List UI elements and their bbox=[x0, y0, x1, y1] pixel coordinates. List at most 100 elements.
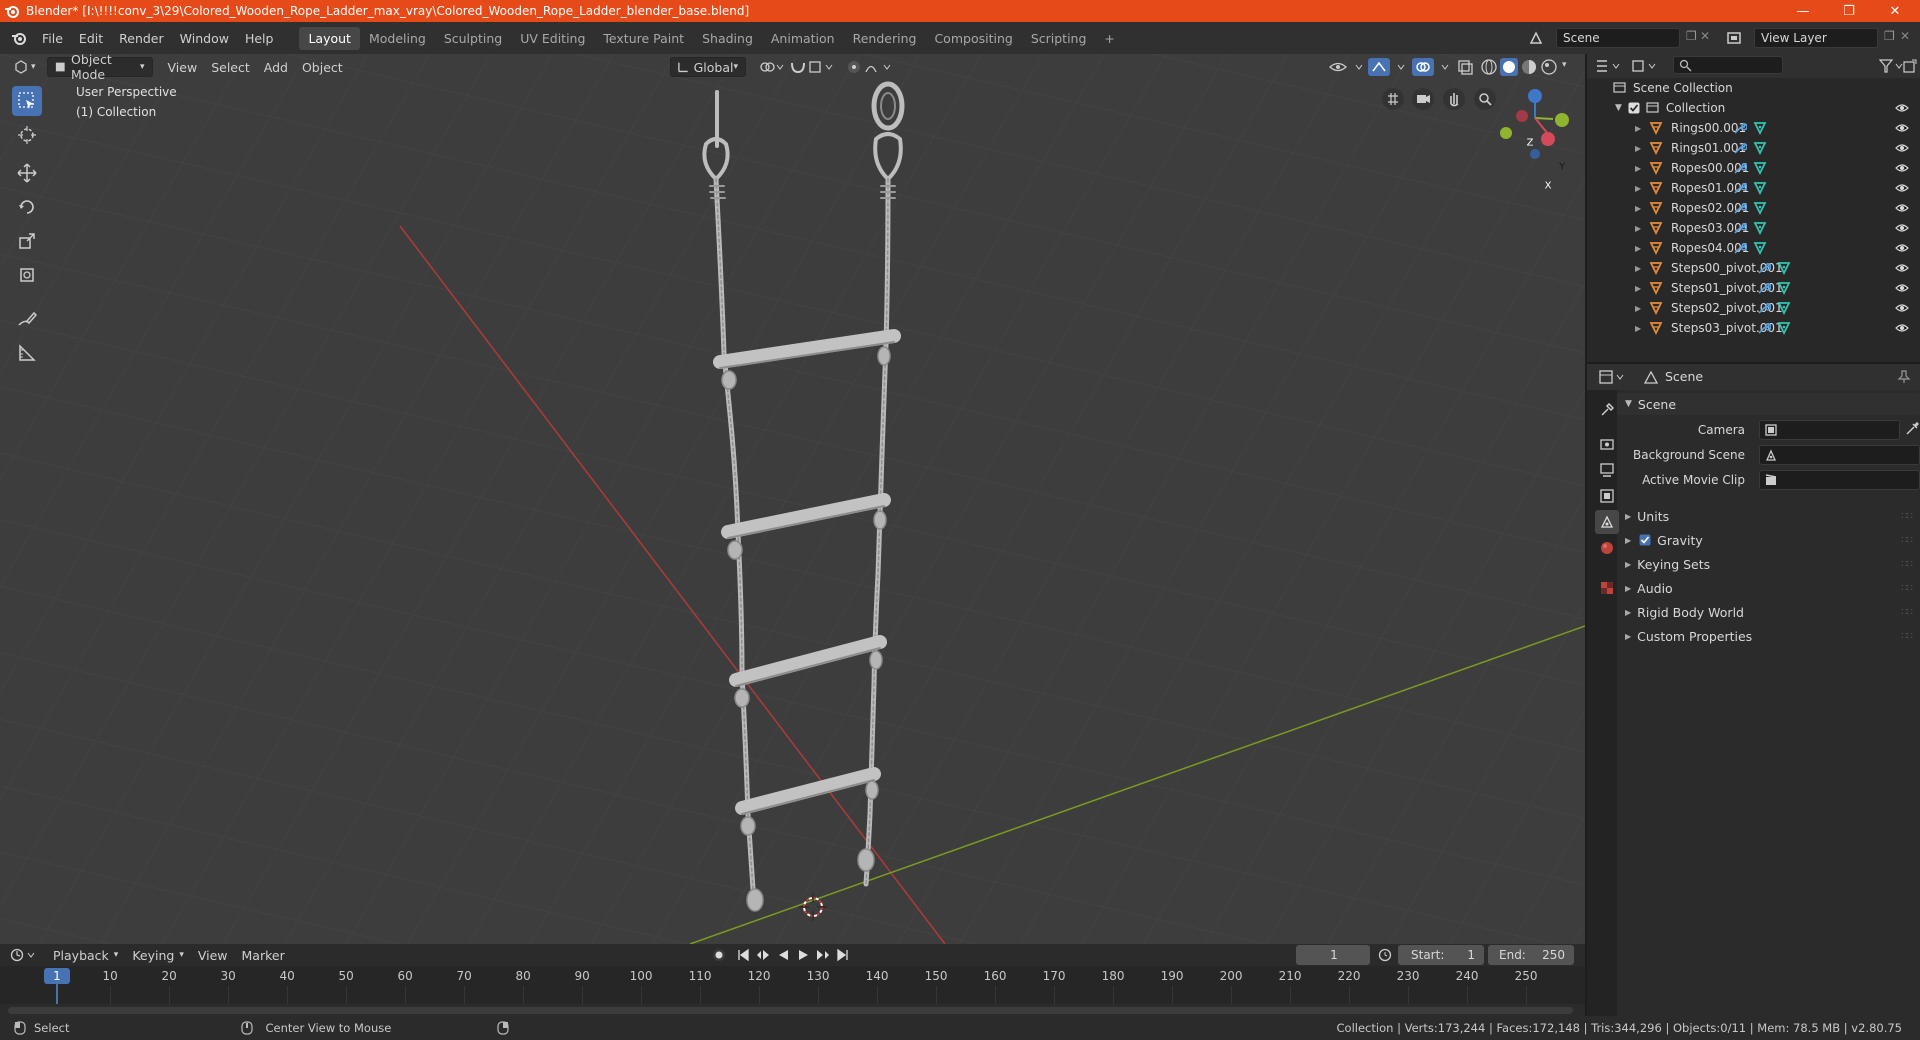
proportional-editing-icon[interactable] bbox=[846, 59, 896, 75]
expand-arrow-icon[interactable]: ▶ bbox=[1635, 144, 1641, 153]
gizmo-z-label[interactable]: Z bbox=[1527, 138, 1534, 149]
menu-render[interactable]: Render bbox=[111, 31, 172, 46]
viewport-menu-object[interactable]: Object bbox=[295, 57, 350, 77]
scene-selector[interactable]: Scene bbox=[1556, 28, 1680, 48]
menu-edit[interactable]: Edit bbox=[71, 31, 111, 46]
visibility-eye-icon[interactable] bbox=[1895, 142, 1909, 154]
scale-tool[interactable] bbox=[12, 226, 42, 256]
tab-animation[interactable]: Animation bbox=[762, 27, 844, 50]
texture-tab[interactable] bbox=[1595, 576, 1619, 600]
modifier-wrench-icon[interactable] bbox=[1733, 121, 1747, 135]
pin-icon[interactable] bbox=[1897, 370, 1911, 384]
visibility-eye-icon[interactable] bbox=[1895, 162, 1909, 174]
tab-modeling[interactable]: Modeling bbox=[360, 27, 435, 50]
viewport-menu-view[interactable]: View bbox=[161, 57, 205, 77]
outliner-editor-type-icon[interactable] bbox=[1595, 59, 1623, 73]
mesh-data-icon[interactable] bbox=[1777, 301, 1791, 315]
render-tab[interactable] bbox=[1595, 432, 1619, 456]
display-mode-icon[interactable] bbox=[1631, 59, 1659, 73]
outliner-item[interactable]: ▶ Ropes04.001 bbox=[1587, 238, 1920, 258]
property-section-header[interactable]: ▶ Rigid Body World ∷∷ bbox=[1617, 601, 1920, 623]
tab-layout[interactable]: Layout bbox=[299, 26, 360, 50]
outliner-item[interactable]: ▶ Steps00_pivot.001 bbox=[1587, 258, 1920, 278]
visibility-eye-icon[interactable] bbox=[1895, 322, 1909, 334]
property-section-header[interactable]: ▶ Audio ∷∷ bbox=[1617, 577, 1920, 599]
timeline-menu-keying[interactable]: Keying ▾ bbox=[125, 945, 191, 965]
material-shading-icon[interactable] bbox=[1520, 58, 1538, 76]
clock-icon[interactable] bbox=[1378, 948, 1392, 962]
new-collection-icon[interactable] bbox=[1903, 59, 1917, 73]
expand-arrow-icon[interactable]: ▶ bbox=[1635, 284, 1641, 293]
expand-arrow-icon[interactable]: ▶ bbox=[1635, 204, 1641, 213]
start-frame-field[interactable]: Start: 1 bbox=[1398, 945, 1484, 965]
camera-field[interactable] bbox=[1759, 420, 1900, 440]
modifier-wrench-icon[interactable] bbox=[1733, 161, 1747, 175]
record-keyframe-icon[interactable] bbox=[712, 948, 726, 962]
overlays-toggle-icon[interactable] bbox=[1412, 58, 1454, 76]
gizmo-y-label[interactable]: Y bbox=[1559, 162, 1565, 173]
scene-remove-icon[interactable]: ✕ bbox=[1700, 29, 1710, 43]
close-button[interactable]: ✕ bbox=[1872, 0, 1918, 22]
outliner-item[interactable]: ▶ Ropes03.001 bbox=[1587, 218, 1920, 238]
scene-new-icon[interactable]: ❐ bbox=[1686, 29, 1697, 43]
outliner-item[interactable]: ▶ Rings01.001 bbox=[1587, 138, 1920, 158]
tab-compositing[interactable]: Compositing bbox=[925, 27, 1021, 50]
view-layer-remove-icon[interactable]: ✕ bbox=[1900, 29, 1910, 43]
drag-handle-icon[interactable]: ∷∷ bbox=[1901, 583, 1913, 594]
tab-shading[interactable]: Shading bbox=[693, 27, 762, 50]
minimize-button[interactable]: — bbox=[1780, 0, 1826, 22]
background-scene-field[interactable] bbox=[1759, 445, 1920, 465]
rotate-tool[interactable] bbox=[12, 192, 42, 222]
modifier-wrench-icon[interactable] bbox=[1733, 201, 1747, 215]
drag-handle-icon[interactable]: ∷∷ bbox=[1901, 511, 1913, 522]
expand-arrow-icon[interactable]: ▶ bbox=[1635, 304, 1641, 313]
view-layer-tab[interactable] bbox=[1595, 484, 1619, 508]
rendered-shading-icon[interactable] bbox=[1540, 58, 1558, 76]
outliner-item[interactable]: ▶ Ropes02.001 bbox=[1587, 198, 1920, 218]
play-reverse-icon[interactable] bbox=[776, 948, 790, 962]
mesh-data-icon[interactable] bbox=[1753, 181, 1767, 195]
expand-arrow-icon[interactable]: ▶ bbox=[1635, 324, 1641, 333]
mesh-data-icon[interactable] bbox=[1753, 121, 1767, 135]
modifier-wrench-icon[interactable] bbox=[1733, 181, 1747, 195]
drag-handle-icon[interactable]: ∷∷ bbox=[1901, 535, 1913, 546]
prev-keyframe-icon[interactable] bbox=[756, 948, 770, 962]
visibility-eye-icon[interactable] bbox=[1895, 262, 1909, 274]
zoom-view-icon[interactable] bbox=[1474, 88, 1496, 110]
scene-tab[interactable] bbox=[1595, 510, 1619, 534]
expand-arrow-icon[interactable]: ▶ bbox=[1635, 124, 1641, 133]
mesh-data-icon[interactable] bbox=[1777, 321, 1791, 335]
gizmo-x-label[interactable]: X bbox=[1545, 181, 1552, 192]
visibility-eye-icon[interactable] bbox=[1895, 302, 1909, 314]
checkbox-checked-icon[interactable] bbox=[1639, 534, 1651, 546]
timeline-menu-marker[interactable]: Marker bbox=[235, 945, 292, 965]
outliner-item[interactable]: ▶ Rings00.001 bbox=[1587, 118, 1920, 138]
mesh-data-icon[interactable] bbox=[1753, 161, 1767, 175]
view-layer-new-icon[interactable]: ❐ bbox=[1884, 29, 1895, 43]
property-section-header[interactable]: ▶ Custom Properties ∷∷ bbox=[1617, 625, 1920, 647]
outliner-item[interactable]: ▶ Steps01_pivot.001 bbox=[1587, 278, 1920, 298]
xray-toggle-icon[interactable] bbox=[1456, 58, 1474, 76]
property-section-header[interactable]: ▶ Gravity ∷∷ bbox=[1617, 529, 1920, 551]
visibility-eye-icon[interactable] bbox=[1895, 122, 1909, 134]
mesh-data-icon[interactable] bbox=[1753, 141, 1767, 155]
next-keyframe-icon[interactable] bbox=[816, 948, 830, 962]
tab-rendering[interactable]: Rendering bbox=[844, 27, 926, 50]
visibility-eye-icon[interactable] bbox=[1895, 222, 1909, 234]
drag-handle-icon[interactable]: ∷∷ bbox=[1901, 559, 1913, 570]
output-tab[interactable] bbox=[1595, 458, 1619, 482]
expand-arrow-icon[interactable]: ▶ bbox=[1635, 224, 1641, 233]
cursor-tool[interactable] bbox=[12, 120, 42, 150]
mesh-data-icon[interactable] bbox=[1753, 221, 1767, 235]
visibility-icon[interactable] bbox=[1328, 59, 1368, 75]
move-tool[interactable] bbox=[12, 158, 42, 188]
measure-tool[interactable] bbox=[12, 338, 42, 368]
select-box-tool[interactable] bbox=[12, 86, 42, 116]
modifier-wrench-icon[interactable] bbox=[1757, 281, 1771, 295]
property-section-header[interactable]: ▶ Keying Sets ∷∷ bbox=[1617, 553, 1920, 575]
pan-view-icon[interactable] bbox=[1443, 88, 1465, 110]
world-tab[interactable] bbox=[1595, 536, 1619, 560]
outliner-item[interactable]: ▶ Ropes00.001 bbox=[1587, 158, 1920, 178]
tool-tab[interactable] bbox=[1595, 398, 1619, 422]
maximize-button[interactable]: ❐ bbox=[1826, 0, 1872, 22]
